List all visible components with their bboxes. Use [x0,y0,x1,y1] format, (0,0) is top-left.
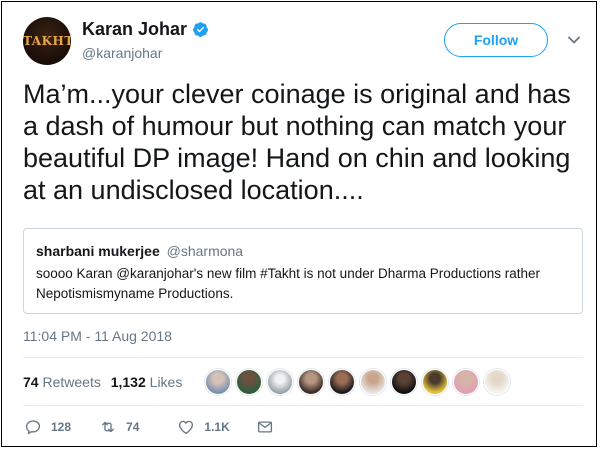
reply-icon[interactable] [24,418,42,436]
tweet-card: TAKHT Karan Johar @karanjohar Follow Ma’… [1,1,597,447]
likes-stat[interactable]: 1,132 Likes [111,374,183,390]
author-handle[interactable]: @karanjohar [82,45,162,61]
heart-icon[interactable] [177,418,195,436]
retweet-action[interactable]: 74 [99,418,139,436]
verified-badge-icon [193,22,208,37]
liker-avatar[interactable] [267,369,293,395]
quoted-author-handle: @sharmona [166,243,244,259]
liker-avatar[interactable] [360,369,386,395]
retweet-count: 74 [126,420,140,434]
tweet-text: Ma’m...your clever coinage is original a… [23,79,571,205]
author-display-name[interactable]: Karan Johar [82,19,187,40]
liker-avatar[interactable] [391,369,417,395]
retweets-label: Retweets [42,374,101,390]
reply-action[interactable]: 128 [24,418,71,436]
like-count: 1.1K [204,420,230,434]
chevron-down-icon[interactable] [566,32,582,48]
liker-avatar[interactable] [453,369,479,395]
liker-avatars [205,369,510,395]
follow-button[interactable]: Follow [444,23,548,57]
quoted-author-name: sharbani mukerjee [36,243,160,259]
retweets-stat[interactable]: 74 Retweets [23,374,101,390]
quoted-tweet-text: soooo Karan @karanjohar's new film #Takh… [36,266,541,301]
likes-count: 1,132 [110,374,146,390]
liker-avatar[interactable] [329,369,355,395]
author-name-row[interactable]: Karan Johar [82,19,209,40]
retweets-count: 74 [23,374,39,390]
avatar[interactable]: TAKHT [23,17,71,65]
quoted-tweet[interactable]: sharbani mukerjee @sharmona soooo Karan … [23,228,583,314]
tweet-stats: 74 Retweets 1,132 Likes [23,374,182,390]
divider [23,357,583,358]
liker-avatar[interactable] [422,369,448,395]
message-action[interactable] [256,418,274,436]
likes-label: Likes [149,374,183,390]
like-action[interactable]: 1.1K [177,418,230,436]
tweet-actions: 128 74 1.1K [24,418,274,436]
envelope-icon[interactable] [256,418,274,436]
reply-count: 128 [51,420,72,434]
retweet-icon[interactable] [99,418,117,436]
liker-avatar[interactable] [236,369,262,395]
avatar-logo: TAKHT [23,34,71,48]
liker-avatar[interactable] [484,369,510,395]
liker-avatar[interactable] [205,369,231,395]
quoted-tweet-author: sharbani mukerjee @sharmona [36,243,243,259]
tweet-timestamp[interactable]: 11:04 PM - 11 Aug 2018 [23,328,172,344]
divider [23,405,583,406]
liker-avatar[interactable] [298,369,324,395]
